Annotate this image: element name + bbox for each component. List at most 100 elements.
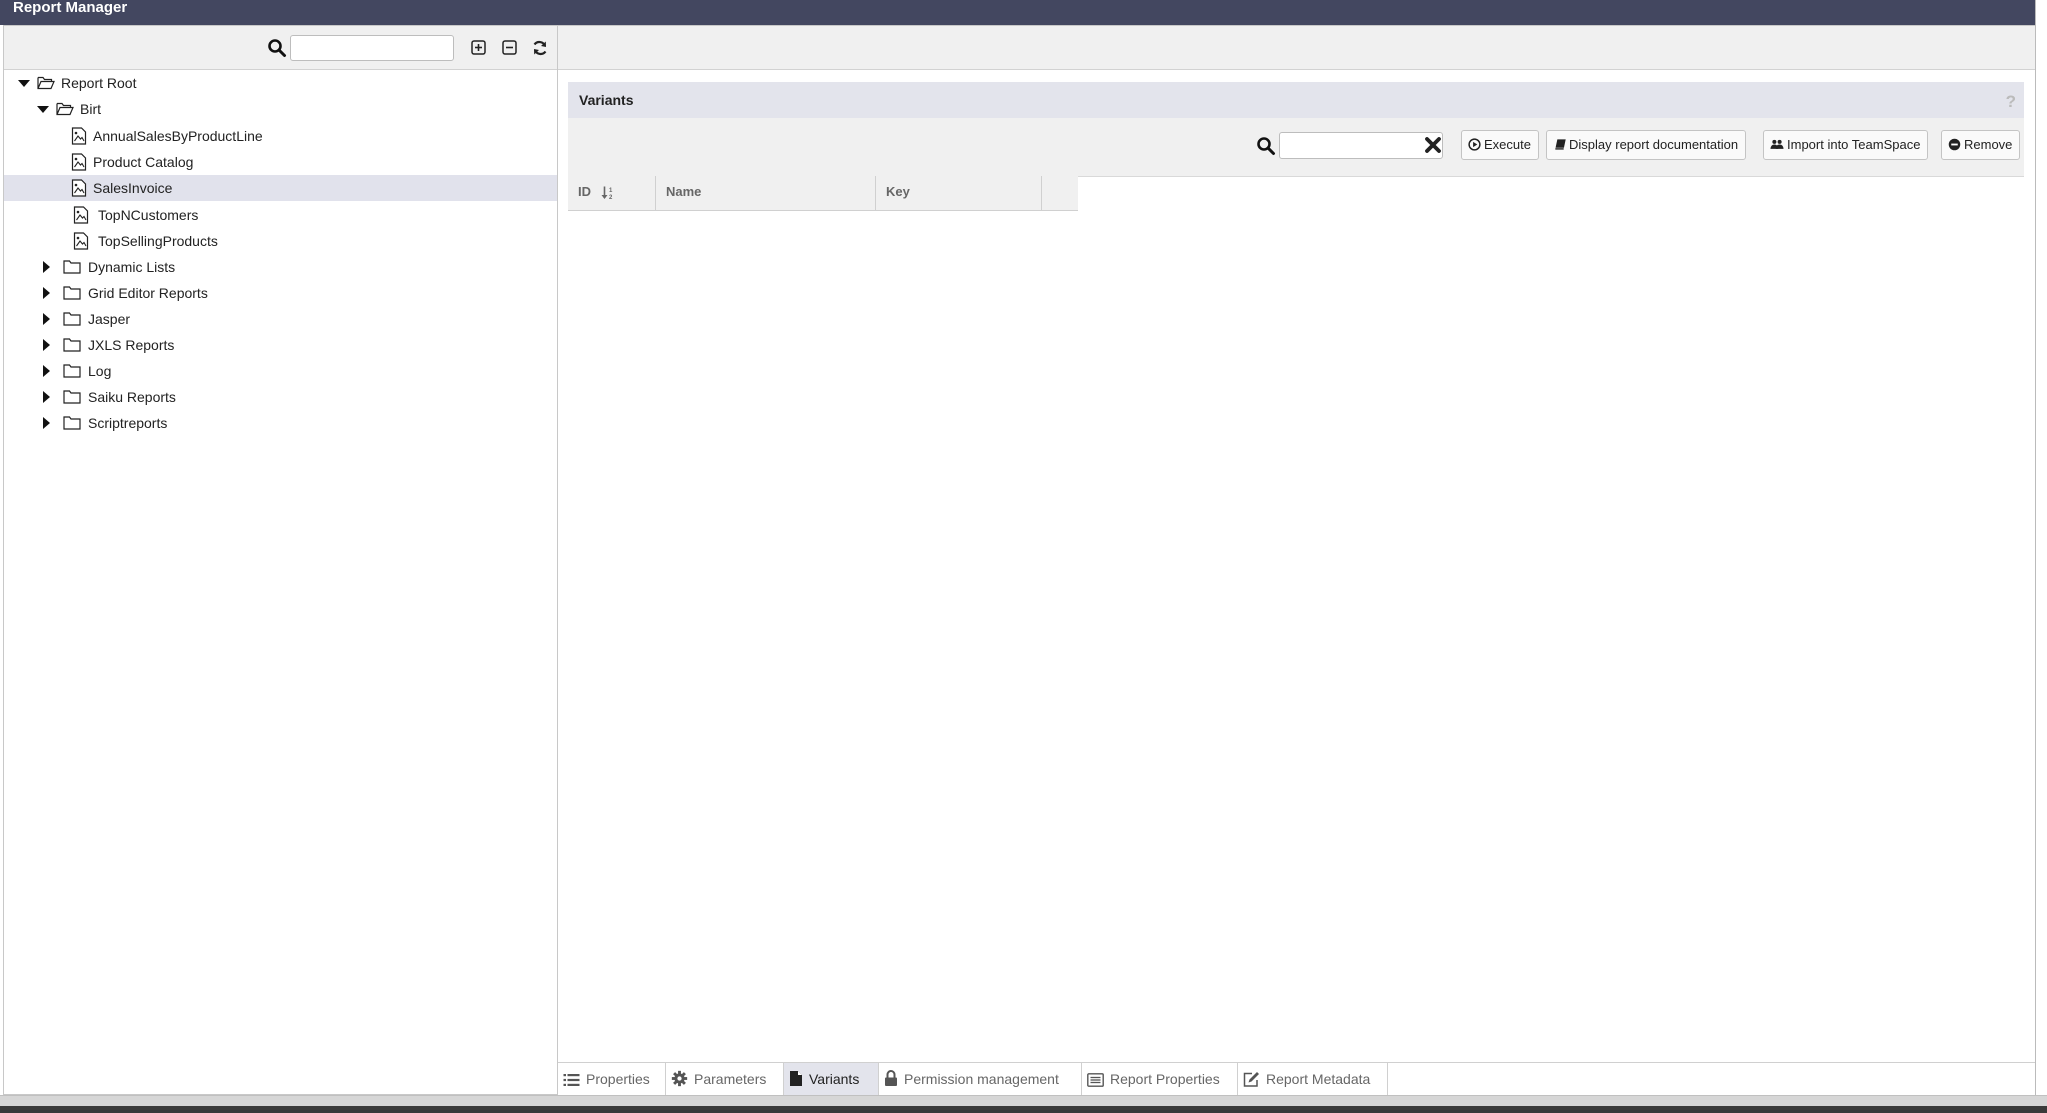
- tree-node-report-selected[interactable]: SalesInvoice: [4, 175, 557, 201]
- import-teamspace-button[interactable]: Import into TeamSpace: [1763, 130, 1929, 160]
- variants-search-input[interactable]: [1279, 132, 1443, 159]
- help-icon[interactable]: ?: [2006, 84, 2016, 120]
- tab-label: Parameters: [694, 1071, 767, 1087]
- folder-icon: [63, 260, 81, 274]
- tree-node-folder[interactable]: Log: [4, 358, 557, 384]
- chevron-right-icon[interactable]: [39, 306, 55, 332]
- lock-icon: [885, 1070, 897, 1086]
- folder-icon: [63, 416, 81, 430]
- column-label: ID: [578, 184, 591, 199]
- report-file-icon: [71, 127, 87, 145]
- tree-node-label: TopSellingProducts: [98, 233, 218, 249]
- tab-report-metadata[interactable]: Report Metadata: [1238, 1063, 1388, 1096]
- column-header-name[interactable]: Name: [656, 176, 876, 210]
- display-documentation-label: Display report documentation: [1569, 137, 1739, 152]
- report-file-icon: [71, 179, 87, 197]
- folder-icon: [63, 286, 81, 300]
- panel-title: Variants: [579, 92, 634, 108]
- tree-node-folder[interactable]: Dynamic Lists: [4, 254, 557, 280]
- tree-node-folder[interactable]: Saiku Reports: [4, 384, 557, 410]
- tab-parameters[interactable]: Parameters: [666, 1063, 784, 1096]
- tree-node-label: Saiku Reports: [88, 389, 176, 405]
- display-documentation-button[interactable]: Display report documentation: [1546, 130, 1747, 160]
- tab-variants[interactable]: Variants: [784, 1063, 879, 1096]
- folder-open-icon: [37, 76, 55, 90]
- expand-all-icon[interactable]: [469, 38, 489, 58]
- tree-node-report[interactable]: TopSellingProducts: [4, 228, 557, 254]
- execute-label: Execute: [1484, 137, 1531, 152]
- folder-open-icon: [56, 102, 74, 116]
- tree-node-folder[interactable]: Scriptreports: [4, 410, 557, 436]
- tree-node-label: TopNCustomers: [98, 207, 199, 223]
- edit-icon: [1243, 1072, 1259, 1087]
- tab-report-properties[interactable]: Report Properties: [1082, 1063, 1238, 1096]
- tree-search-input[interactable]: [290, 35, 454, 61]
- tree-node-label: AnnualSalesByProductLine: [93, 128, 263, 144]
- book-icon: [1555, 139, 1566, 150]
- tree-node-birt[interactable]: Birt: [4, 96, 557, 122]
- tree-node-report[interactable]: TopNCustomers: [4, 202, 557, 228]
- execute-button[interactable]: Execute: [1461, 130, 1539, 160]
- tab-label: Permission management: [904, 1071, 1059, 1087]
- chevron-right-icon[interactable]: [39, 332, 55, 358]
- remove-label: Remove: [1964, 137, 2013, 152]
- report-manager-app: Report Root Birt AnnualSalesByProductLin…: [3, 25, 2035, 1097]
- chevron-right-icon[interactable]: [39, 358, 55, 384]
- folder-icon: [63, 390, 81, 404]
- tree-node-folder[interactable]: Jasper: [4, 306, 557, 332]
- variants-grid-header: ID 1 2 Name Key: [568, 176, 1078, 211]
- tab-label: Variants: [809, 1071, 860, 1087]
- column-header-key[interactable]: Key: [876, 176, 1042, 210]
- sort-numeric-icon: 1 2: [601, 186, 613, 200]
- variants-toolbar: Execute Display report documentation Imp…: [568, 118, 2024, 177]
- tree-node-label: Jasper: [88, 311, 131, 327]
- chevron-right-icon[interactable]: [39, 254, 55, 280]
- tree-node-label: Log: [88, 363, 112, 379]
- detail-toolbar: [558, 26, 2035, 70]
- chevron-down-icon[interactable]: [35, 96, 51, 122]
- tab-permission-management[interactable]: Permission management: [879, 1063, 1082, 1096]
- window-edge: [2035, 0, 2047, 1112]
- chevron-right-icon[interactable]: [39, 384, 55, 410]
- search-icon: [1257, 137, 1275, 155]
- tree-node-report[interactable]: Product Catalog: [4, 149, 557, 175]
- column-header-filler: [1042, 176, 1078, 210]
- play-circle-icon: [1468, 138, 1481, 151]
- tree-node-label: Birt: [80, 101, 101, 117]
- file-icon: [790, 1071, 802, 1086]
- chevron-right-icon[interactable]: [39, 410, 55, 436]
- tree-node-folder[interactable]: Grid Editor Reports: [4, 280, 557, 306]
- svg-text:2: 2: [609, 195, 613, 200]
- window-title: Report Manager: [0, 0, 2035, 25]
- status-strip: [0, 1095, 2047, 1113]
- variants-header: Variants ?: [568, 82, 2024, 118]
- tab-label: Report Properties: [1110, 1071, 1220, 1087]
- column-label: Key: [886, 184, 910, 199]
- report-file-icon: [71, 153, 87, 171]
- tree-node-label: JXLS Reports: [88, 337, 175, 353]
- chevron-right-icon[interactable]: [39, 280, 55, 306]
- tree-node-report[interactable]: AnnualSalesByProductLine: [4, 123, 557, 149]
- clear-search-icon[interactable]: [1423, 135, 1443, 155]
- tab-label: Report Metadata: [1266, 1071, 1371, 1087]
- report-tree-panel: Report Root Birt AnnualSalesByProductLin…: [4, 26, 558, 1094]
- tree-node-label: Report Root: [61, 75, 137, 91]
- list-alt-icon: [1087, 1073, 1104, 1087]
- report-file-icon: [73, 232, 89, 250]
- collapse-all-icon[interactable]: [500, 38, 520, 58]
- column-label: Name: [666, 184, 702, 199]
- chevron-down-icon[interactable]: [16, 70, 32, 96]
- tree-node-label: Dynamic Lists: [88, 259, 176, 275]
- users-icon: [1770, 139, 1784, 149]
- detail-panel: Variants ? Execute Display report docume…: [558, 26, 2035, 1097]
- refresh-icon[interactable]: [530, 38, 550, 58]
- tree-node-label: SalesInvoice: [93, 180, 173, 196]
- column-header-id[interactable]: ID 1 2: [568, 176, 656, 210]
- tree-node-report-root[interactable]: Report Root: [4, 70, 557, 96]
- remove-button[interactable]: Remove: [1941, 130, 2021, 160]
- tab-properties[interactable]: Properties: [558, 1063, 666, 1096]
- tree-node-folder[interactable]: JXLS Reports: [4, 332, 557, 358]
- folder-icon: [63, 364, 81, 378]
- tab-label: Properties: [586, 1071, 650, 1087]
- report-file-icon: [73, 206, 89, 224]
